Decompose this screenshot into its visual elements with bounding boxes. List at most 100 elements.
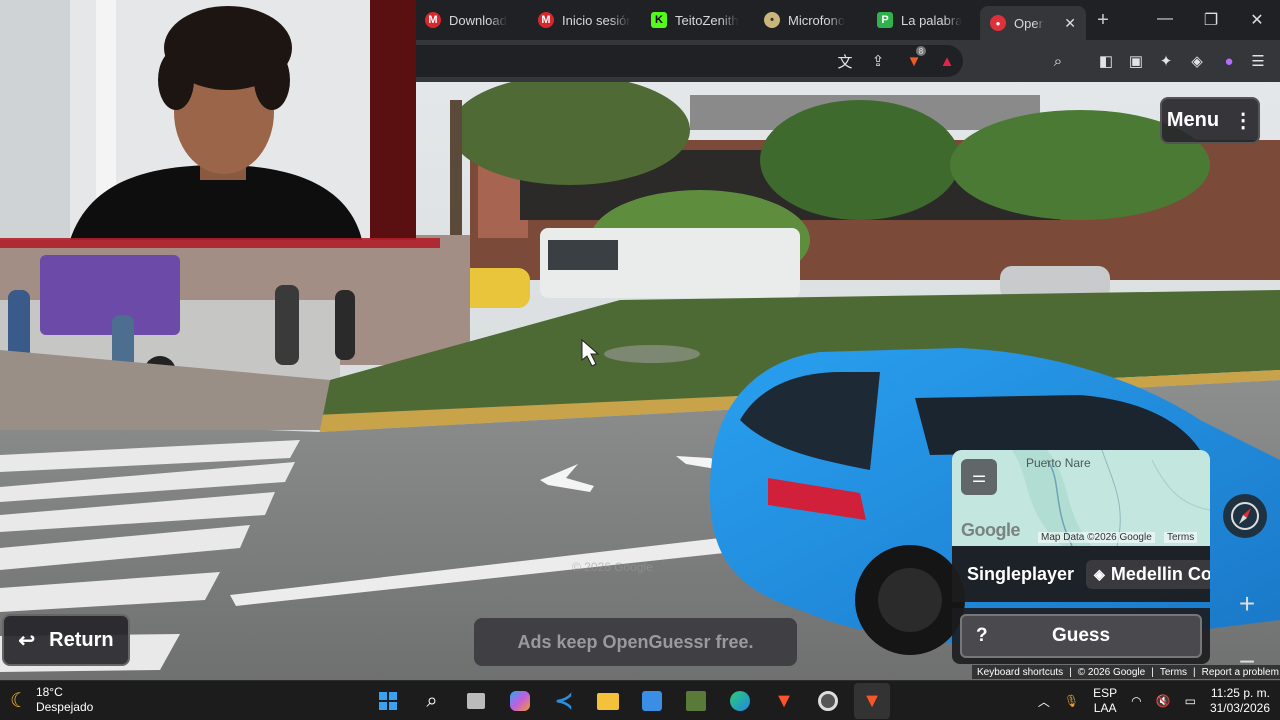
copilot-icon[interactable] <box>502 683 538 719</box>
wallet-icon[interactable]: ▣ <box>1126 51 1146 71</box>
wifi-icon[interactable]: ◠ <box>1131 694 1141 708</box>
location-chip[interactable]: ◈ Medellin Colombia <box>1086 559 1210 589</box>
microphone-icon[interactable]: 🎙 <box>1064 694 1079 708</box>
system-tray: ︿ 🎙 ESP LAA ◠ 🔇 ▭ 11:25 p. m. 31/03/2026 <box>1038 681 1270 720</box>
purple-cart <box>40 255 180 335</box>
tab-label: TeitoZenith <box>675 12 739 28</box>
close-tab-icon[interactable]: ✕ <box>1064 15 1076 32</box>
p-site-icon: P <box>877 12 893 28</box>
google-logo: Google <box>961 520 1021 540</box>
tab-label: Inicio sesión <box>562 12 631 28</box>
clock-time: 11:25 p. m. <box>1210 686 1270 700</box>
share-icon[interactable]: ⇪ <box>868 51 888 71</box>
task-view-icon[interactable] <box>458 683 494 719</box>
menu-button[interactable]: Menu ⋮ <box>1160 97 1260 144</box>
tab-search-icon[interactable]: ⌕ <box>1048 51 1068 71</box>
webcam-person <box>0 0 416 240</box>
language-indicator[interactable]: ESP LAA <box>1093 686 1117 716</box>
close-window-icon[interactable]: ✕ <box>1234 10 1280 30</box>
clock-date: 31/03/2026 <box>1209 701 1270 715</box>
webcam-divider <box>0 238 440 248</box>
clock[interactable]: 11:25 p. m. 31/03/2026 <box>1210 686 1270 716</box>
sidebar-icon[interactable]: ◧ <box>1096 51 1116 71</box>
footer-separator: | <box>1193 666 1196 678</box>
browser-tab-bar: M Download M Inicio sesión K TeitoZenith… <box>415 0 1280 40</box>
more-vertical-icon: ⋮ <box>1233 110 1254 132</box>
map-settings-button[interactable]: ⚌ <box>961 459 997 495</box>
battery-icon[interactable]: ▭ <box>1185 694 1196 708</box>
menu-label: Menu <box>1166 109 1220 131</box>
sliders-icon: ⚌ <box>971 469 987 486</box>
lang-bottom: LAA <box>1093 701 1117 715</box>
minimize-icon[interactable]: — <box>1142 10 1188 30</box>
compass-icon <box>1231 502 1259 530</box>
return-button[interactable]: ↩ Return <box>2 614 130 666</box>
new-tab-button[interactable]: + <box>1086 9 1120 32</box>
weather-widget[interactable]: ☾ 18°C Despejado <box>10 685 93 715</box>
openguessr-icon: ● <box>990 15 1006 31</box>
app-menu-icon[interactable]: ☰ <box>1248 51 1268 71</box>
pano-cursor <box>604 345 700 363</box>
location-label: Medellin Colombia <box>1110 563 1210 584</box>
map-place-label: Puerto Nare <box>1026 456 1091 470</box>
tab-la-palabra[interactable]: P La palabra <box>867 0 980 40</box>
google-watermark: © 2026 Google <box>572 560 653 574</box>
help-icon[interactable]: ? <box>976 625 988 647</box>
lang-top: ESP <box>1093 686 1118 700</box>
tab-label: Microfono <box>788 12 846 28</box>
ads-notice: Ads keep OpenGuessr free. <box>474 618 797 666</box>
tab-download[interactable]: M Download <box>415 0 528 40</box>
weather-temp: 18°C <box>35 685 63 699</box>
chrome-icon[interactable] <box>810 683 846 719</box>
tab-label: OpenGuessr <box>1014 15 1044 31</box>
map-attribution: Map Data ©2026 Google <box>1038 532 1155 543</box>
mega-icon: M <box>538 12 554 28</box>
speaker-muted-icon[interactable]: 🔇 <box>1156 694 1171 708</box>
footer-copyright: © 2026 Google <box>1077 666 1146 678</box>
translate-icon[interactable]: 文 <box>835 51 855 71</box>
file-explorer-icon[interactable] <box>590 683 626 719</box>
window-controls: — ❐ ✕ <box>1142 10 1280 30</box>
brave-rewards-icon[interactable]: ▲ <box>937 51 957 71</box>
footer-separator: | <box>1151 666 1154 678</box>
tab-openguessr[interactable]: ● OpenGuessr ✕ <box>980 6 1086 40</box>
keyboard-shortcuts-link[interactable]: Keyboard shortcuts <box>977 667 1063 678</box>
return-arrow-icon: ↩ <box>18 629 36 652</box>
guess-button[interactable]: ? Guess <box>960 614 1202 658</box>
brave-icon[interactable]: ▼ <box>766 683 802 719</box>
report-problem-link[interactable]: Report a problem <box>1202 667 1279 678</box>
taskbar-apps: ⌕ ≺ ▼ ▼ <box>370 681 890 720</box>
mega-icon: M <box>425 12 441 28</box>
guess-minimap[interactable]: ⚌ Puerto Nare Google Map Data ©2026 Goog… <box>952 450 1210 546</box>
edge-icon[interactable] <box>722 683 758 719</box>
restore-icon[interactable]: ❐ <box>1188 10 1234 30</box>
game-mode-label: Singleplayer <box>967 563 1075 584</box>
brave-beta-icon[interactable]: ▼ <box>854 683 890 719</box>
chevron-up-icon[interactable]: ︿ <box>1038 693 1050 710</box>
map-terms-link[interactable]: Terms <box>1164 532 1198 543</box>
tab-teitozenith[interactable]: K TeitoZenith <box>641 0 754 40</box>
compass-button[interactable] <box>1223 494 1267 538</box>
zoom-in-button[interactable]: + <box>1228 575 1266 633</box>
webcam-overlay <box>0 0 416 240</box>
footer-terms-link[interactable]: Terms <box>1160 667 1187 678</box>
windows-start-icon[interactable] <box>370 683 406 719</box>
tree <box>760 100 960 220</box>
minecraft-icon[interactable] <box>678 683 714 719</box>
profile-icon[interactable]: ● <box>1219 51 1239 71</box>
vpn-icon[interactable]: ◈ <box>1187 51 1207 71</box>
leo-ai-icon[interactable]: ✦ <box>1156 51 1176 71</box>
vscode-icon[interactable]: ≺ <box>546 683 582 719</box>
microsoft-store-icon[interactable] <box>634 683 670 719</box>
shield-count-badge: 8 <box>916 46 926 56</box>
windows-taskbar: ☾ 18°C Despejado ⌕ ≺ ▼ ▼ ︿ 🎙 ESP LAA ◠ 🔇… <box>0 680 1280 720</box>
search-icon[interactable]: ⌕ <box>414 683 450 719</box>
moon-icon: ☾ <box>10 689 28 712</box>
tab-label: La palabra <box>901 12 963 28</box>
tab-label: Download <box>449 12 507 28</box>
layers-icon: ◈ <box>1094 565 1105 582</box>
tab-microfono[interactable]: • Microfono <box>754 0 867 40</box>
footer-separator: | <box>1069 666 1072 678</box>
guess-panel: ? Guess <box>952 608 1210 664</box>
tab-inicio-sesion[interactable]: M Inicio sesión <box>528 0 641 40</box>
